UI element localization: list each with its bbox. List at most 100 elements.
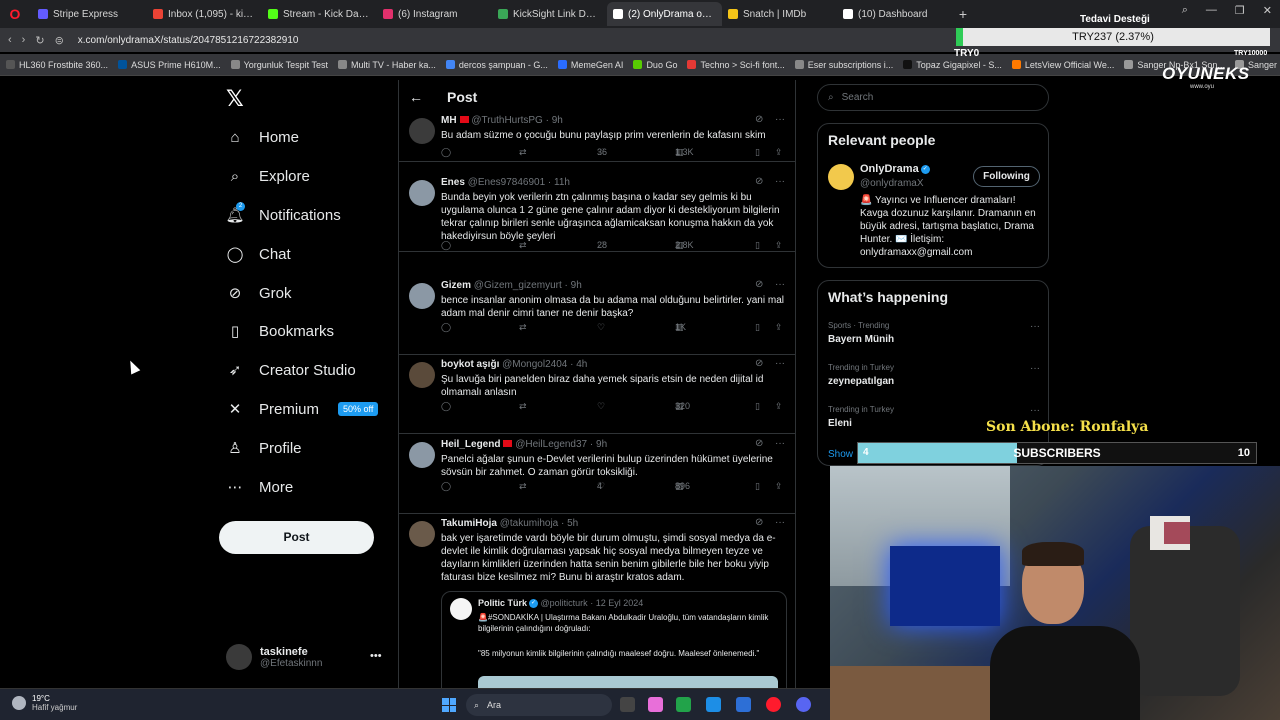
share-icon[interactable]: ⇪ — [775, 147, 783, 158]
more-options-icon[interactable]: ··· — [775, 114, 785, 125]
post-time[interactable]: · 9h — [565, 280, 582, 291]
browser-tab[interactable]: KickSight Link Detector — [492, 2, 607, 26]
avatar[interactable] — [409, 180, 435, 206]
edge-icon[interactable] — [706, 697, 721, 712]
bookmark-item[interactable]: Topaz Gigapixel - S... — [903, 60, 1002, 70]
close-icon[interactable]: ✕ — [1263, 4, 1272, 17]
browser-tab[interactable]: (6) Instagram — [377, 2, 492, 26]
reply-post[interactable]: boykot aşığı @Mongol2404 · 4h ⊘ ··· Şu lavu… — [399, 354, 795, 434]
bookmark-icon[interactable]: ▯ — [755, 401, 760, 412]
opera-icon[interactable] — [766, 697, 781, 712]
store-icon[interactable] — [736, 697, 751, 712]
more-options-icon[interactable]: ··· — [775, 438, 785, 449]
more-options-icon[interactable]: ··· — [1030, 363, 1040, 374]
person-name[interactable]: OnlyDrama ✓ — [860, 163, 930, 175]
more-options-icon[interactable]: ··· — [1030, 321, 1040, 332]
bookmark-item[interactable]: ASUS Prime H610M... — [118, 60, 221, 70]
weather-widget[interactable]: 19°C Hafif yağmur — [12, 694, 77, 712]
share-icon[interactable]: ⇪ — [775, 481, 783, 492]
sidebar-item-grok[interactable]: ⊘ Grok — [226, 284, 292, 303]
bookmark-item[interactable]: Yorgunluk Tespit Test — [230, 60, 328, 70]
reply-post[interactable]: Heil_Legend @HeilLegend37 · 9h ⊘ ··· Panelc… — [399, 434, 795, 514]
grok-icon[interactable]: ⊘ — [755, 438, 763, 449]
grok-icon[interactable]: ⊘ — [755, 176, 763, 187]
grok-icon[interactable]: ⊘ — [755, 279, 763, 290]
grok-icon[interactable]: ⊘ — [755, 358, 763, 369]
bookmark-item[interactable]: MemeGen AI — [557, 60, 623, 70]
sidebar-item-creator-studio[interactable]: ➶ Creator Studio — [226, 361, 356, 380]
url-field[interactable]: x.com/onlydramaX/status/2047851216722382… — [78, 35, 299, 46]
browser-tab[interactable]: Stripe Express — [32, 2, 147, 26]
sidebar-item-bookmarks[interactable]: ▯ Bookmarks — [226, 322, 334, 341]
share-icon[interactable]: ⇪ — [775, 322, 783, 333]
avatar[interactable] — [828, 164, 854, 190]
post-time[interactable]: · 9h — [590, 439, 607, 450]
opera-logo-icon[interactable]: O — [4, 3, 26, 25]
browser-tab[interactable]: (10) Dashboard — [837, 2, 952, 26]
trend-item[interactable]: Sports · Trending Bayern Münih ··· — [828, 321, 1040, 345]
avatar[interactable] — [409, 118, 435, 144]
post-time[interactable]: · 11h — [548, 177, 570, 188]
bookmark-icon[interactable]: ▯ — [755, 147, 760, 158]
author-name[interactable]: MH — [441, 115, 457, 126]
minimize-icon[interactable]: — — [1206, 4, 1217, 17]
bookmark-item[interactable]: Techno > Sci-fi font... — [687, 60, 785, 70]
sidebar-item-premium[interactable]: ✕ Premium 50% off — [226, 400, 379, 418]
more-options-icon[interactable]: ··· — [1030, 405, 1040, 416]
sidebar-item-chat[interactable]: ◯ Chat — [226, 245, 291, 264]
reply-post[interactable]: Gizem @Gizem_gizemyurt · 9h ⊘ ··· bence ins… — [399, 275, 795, 355]
windows-start-icon[interactable] — [442, 698, 456, 712]
sidebar-item-profile[interactable]: ♙ Profile — [226, 439, 301, 458]
author-name[interactable]: Enes — [441, 177, 465, 188]
account-switcher[interactable]: taskinefe @Efetaskinnn — [226, 644, 322, 670]
discord-icon[interactable] — [796, 697, 811, 712]
author-name[interactable]: Heil_Legend — [441, 439, 500, 450]
copilot-icon[interactable] — [648, 697, 663, 712]
avatar[interactable] — [409, 362, 435, 388]
reply-post[interactable]: Enes @Enes97846901 · 11h ⊘ ··· Bunda beyin … — [399, 172, 795, 252]
back-arrow-icon[interactable]: ← — [409, 89, 423, 105]
back-icon[interactable]: ‹ — [8, 34, 12, 46]
share-icon[interactable]: ⇪ — [775, 401, 783, 412]
bookmark-icon[interactable]: ▯ — [755, 322, 760, 333]
sidebar-item-explore[interactable]: ⌕ Explore — [226, 167, 310, 185]
sidebar-item-more[interactable]: ⋯ More — [226, 478, 294, 497]
more-options-icon[interactable]: ··· — [775, 279, 785, 290]
new-tab-button[interactable]: + — [952, 6, 974, 22]
author-name[interactable]: Gizem — [441, 280, 471, 291]
bookmark-item[interactable]: Duo Go — [633, 60, 677, 70]
author-name[interactable]: TakumiHoja — [441, 518, 497, 529]
browser-tab[interactable]: Inbox (1,095) - kicktaskinefe — [147, 2, 262, 26]
x-logo-icon[interactable]: 𝕏 — [226, 86, 244, 112]
bookmark-item[interactable]: HL360 Frostbite 360... — [6, 60, 108, 70]
bookmark-item[interactable]: Multi TV - Haber ka... — [338, 60, 436, 70]
site-info-icon[interactable]: ⊜ — [55, 34, 64, 47]
post-button[interactable]: Post — [219, 521, 374, 554]
grok-icon[interactable]: ⊘ — [755, 114, 763, 125]
bookmark-item[interactable]: dercos şampuan - G... — [445, 60, 548, 70]
avatar[interactable] — [409, 521, 435, 547]
quoted-post[interactable]: Politic Türk ✓ @politicturk · 12 Eyl 2024… — [441, 591, 787, 688]
share-icon[interactable]: ⇪ — [775, 240, 783, 251]
avatar[interactable] — [409, 442, 435, 468]
show-more-link[interactable]: Show — [828, 449, 853, 460]
more-options-icon[interactable]: ··· — [775, 176, 785, 187]
bookmark-item[interactable]: Eser subscriptions i... — [794, 60, 893, 70]
browser-tab[interactable]: Stream - Kick Dashboard — [262, 2, 377, 26]
bookmark-icon[interactable]: ▯ — [755, 481, 760, 492]
more-options-icon[interactable]: ··· — [775, 358, 785, 369]
more-options-icon[interactable]: ··· — [775, 517, 785, 528]
reply-post[interactable]: TakumiHoja @takumihoja · 5h ⊘ ··· bak yer i… — [399, 513, 795, 688]
taskbar-search-input[interactable]: ⌕ Ara — [466, 694, 612, 716]
task-view-icon[interactable] — [620, 697, 635, 712]
browser-tab[interactable]: (2) OnlyDrama on X: "Kon... — [607, 2, 722, 26]
reply-post[interactable]: MH @TruthHurtsPG · 9h ⊘ ··· Bu adam süzme o… — [399, 110, 795, 162]
bookmark-icon[interactable]: ▯ — [755, 240, 760, 251]
author-name[interactable]: boykot aşığı — [441, 359, 499, 370]
browser-tab[interactable]: Snatch | IMDb — [722, 2, 837, 26]
avatar[interactable] — [409, 283, 435, 309]
search-input[interactable]: ⌕ Search — [817, 84, 1049, 111]
post-time[interactable]: · 9h — [546, 115, 563, 126]
grok-icon[interactable]: ⊘ — [755, 517, 763, 528]
post-time[interactable]: · 4h — [570, 359, 587, 370]
